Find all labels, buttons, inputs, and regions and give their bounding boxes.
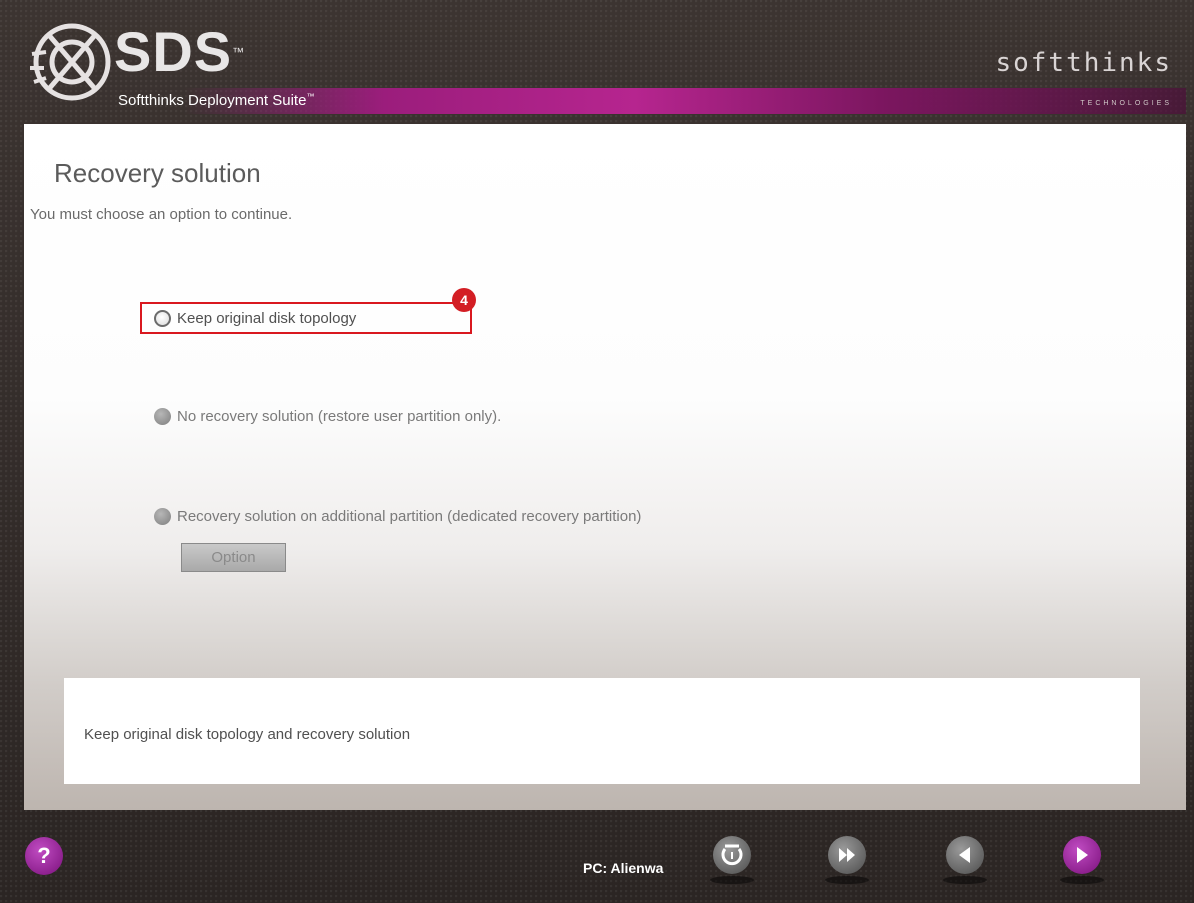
header-stripe [184,88,1186,114]
header: SDS™ Softthinks Deployment Suite™ softth… [24,8,1186,116]
fast-forward-button[interactable] [828,836,866,874]
description-text: Keep original disk topology and recovery… [84,726,411,743]
button-shadow [825,876,869,884]
radio-label: Recovery solution on additional partitio… [177,508,642,525]
footer-bar: ? PC: Alienwa [0,812,1194,903]
app-window: SDS™ Softthinks Deployment Suite™ softth… [0,0,1194,903]
button-shadow [710,876,754,884]
product-name: Softthinks Deployment Suite™ [118,92,315,109]
description-box: Keep original disk topology and recovery… [64,678,1140,784]
page-subtitle: You must choose an option to continue. [30,206,293,223]
radio-label: No recovery solution (restore user parti… [177,408,502,425]
brand-subtitle: TECHNOLOGIES [1080,100,1172,107]
logo-text: SDS™ [114,20,246,83]
radio-keep-original[interactable]: Keep original disk topology [154,310,356,327]
refresh-icon [721,844,743,866]
button-shadow [1060,876,1104,884]
next-button[interactable] [1063,836,1101,874]
page-title: Recovery solution [54,158,261,188]
main-panel: Recovery solution You must choose an opt… [24,124,1186,810]
callout-badge: 4 [452,288,476,312]
radio-button-icon[interactable] [154,408,171,425]
option-button[interactable]: Option [181,543,286,572]
radio-button-icon[interactable] [154,508,171,525]
button-shadow [943,876,987,884]
refresh-button[interactable] [713,836,751,874]
radio-no-recovery[interactable]: No recovery solution (restore user parti… [154,408,501,425]
back-button[interactable] [946,836,984,874]
back-icon [959,847,970,863]
help-button[interactable]: ? [25,837,63,875]
fast-forward-icon [839,848,855,862]
pc-name-label: PC: Alienwa [583,860,664,876]
brand-logo: softthinks [995,48,1172,78]
question-icon: ? [37,843,51,868]
next-icon [1077,847,1088,863]
radio-label: Keep original disk topology [177,310,357,327]
radio-button-icon[interactable] [154,310,171,327]
sds-logo-icon [30,23,111,101]
radio-additional-partition[interactable]: Recovery solution on additional partitio… [154,508,641,525]
